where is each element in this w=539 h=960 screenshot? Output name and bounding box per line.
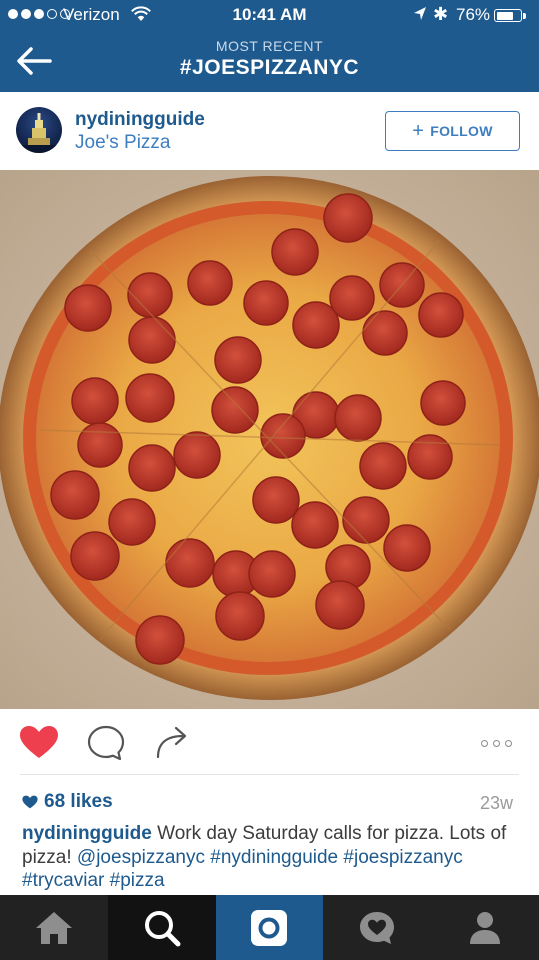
home-icon [35,911,72,944]
bluetooth-icon: ✱ [433,4,449,24]
battery-icon [494,9,522,22]
hashtag-trycaviar[interactable]: #trycaviar [22,870,104,891]
divider [20,774,519,775]
caption-username[interactable]: nydiningguide [22,823,152,844]
post-caption: nydiningguide Work day Saturday calls fo… [22,822,522,893]
tab-home[interactable] [0,895,108,960]
search-icon [144,910,181,946]
tab-search[interactable] [107,895,216,960]
follow-button[interactable]: + FOLLOW [385,111,520,151]
follow-label: FOLLOW [430,123,493,139]
nav-title: #JOESPIZZANYC [179,56,360,79]
hashtag-joespizzanyc[interactable]: #joespizzanyc [343,847,462,868]
likes-count[interactable]: 68 likes [22,791,113,813]
post-age: 23w [480,793,514,813]
empire-state-icon [16,113,62,153]
camera-icon [251,909,288,946]
comment-icon[interactable] [87,725,125,761]
status-bar: Verizon 10:41 AM ✱ 76% [0,0,539,30]
avatar[interactable] [16,107,62,153]
post-header: nydiningguide Joe's Pizza + FOLLOW [0,92,539,170]
battery-tip [523,13,526,19]
post-actions [0,709,539,775]
location-arrow-icon [414,7,426,20]
post-photo[interactable] [0,170,539,709]
top-bar: Verizon 10:41 AM ✱ 76% MOST RECENT #JOES… [0,0,539,92]
battery-level [496,11,514,20]
post-location[interactable]: Joe's Pizza [75,132,171,154]
small-heart-icon [22,795,38,809]
bottom-tab-bar [0,895,539,960]
battery-percentage: 76% [456,5,491,24]
hashtag-pizza[interactable]: #pizza [110,870,165,891]
post-username[interactable]: nydiningguide [75,109,205,131]
tab-profile[interactable] [431,895,539,960]
mention-joespizzanyc[interactable]: @joespizzanyc [77,847,205,868]
plus-icon: + [412,120,425,142]
tab-activity[interactable] [323,895,431,960]
activity-icon [360,911,395,944]
pizza-photo [0,170,539,709]
hashtag-nydiningguide[interactable]: #nydiningguide [210,847,338,868]
tab-camera[interactable] [215,895,324,960]
nav-subtitle: MOST RECENT [215,38,324,54]
share-icon[interactable] [155,725,189,759]
likes-label: 68 likes [44,791,113,812]
more-icon[interactable] [481,740,512,747]
profile-icon [470,911,501,944]
heart-icon[interactable] [19,725,59,759]
